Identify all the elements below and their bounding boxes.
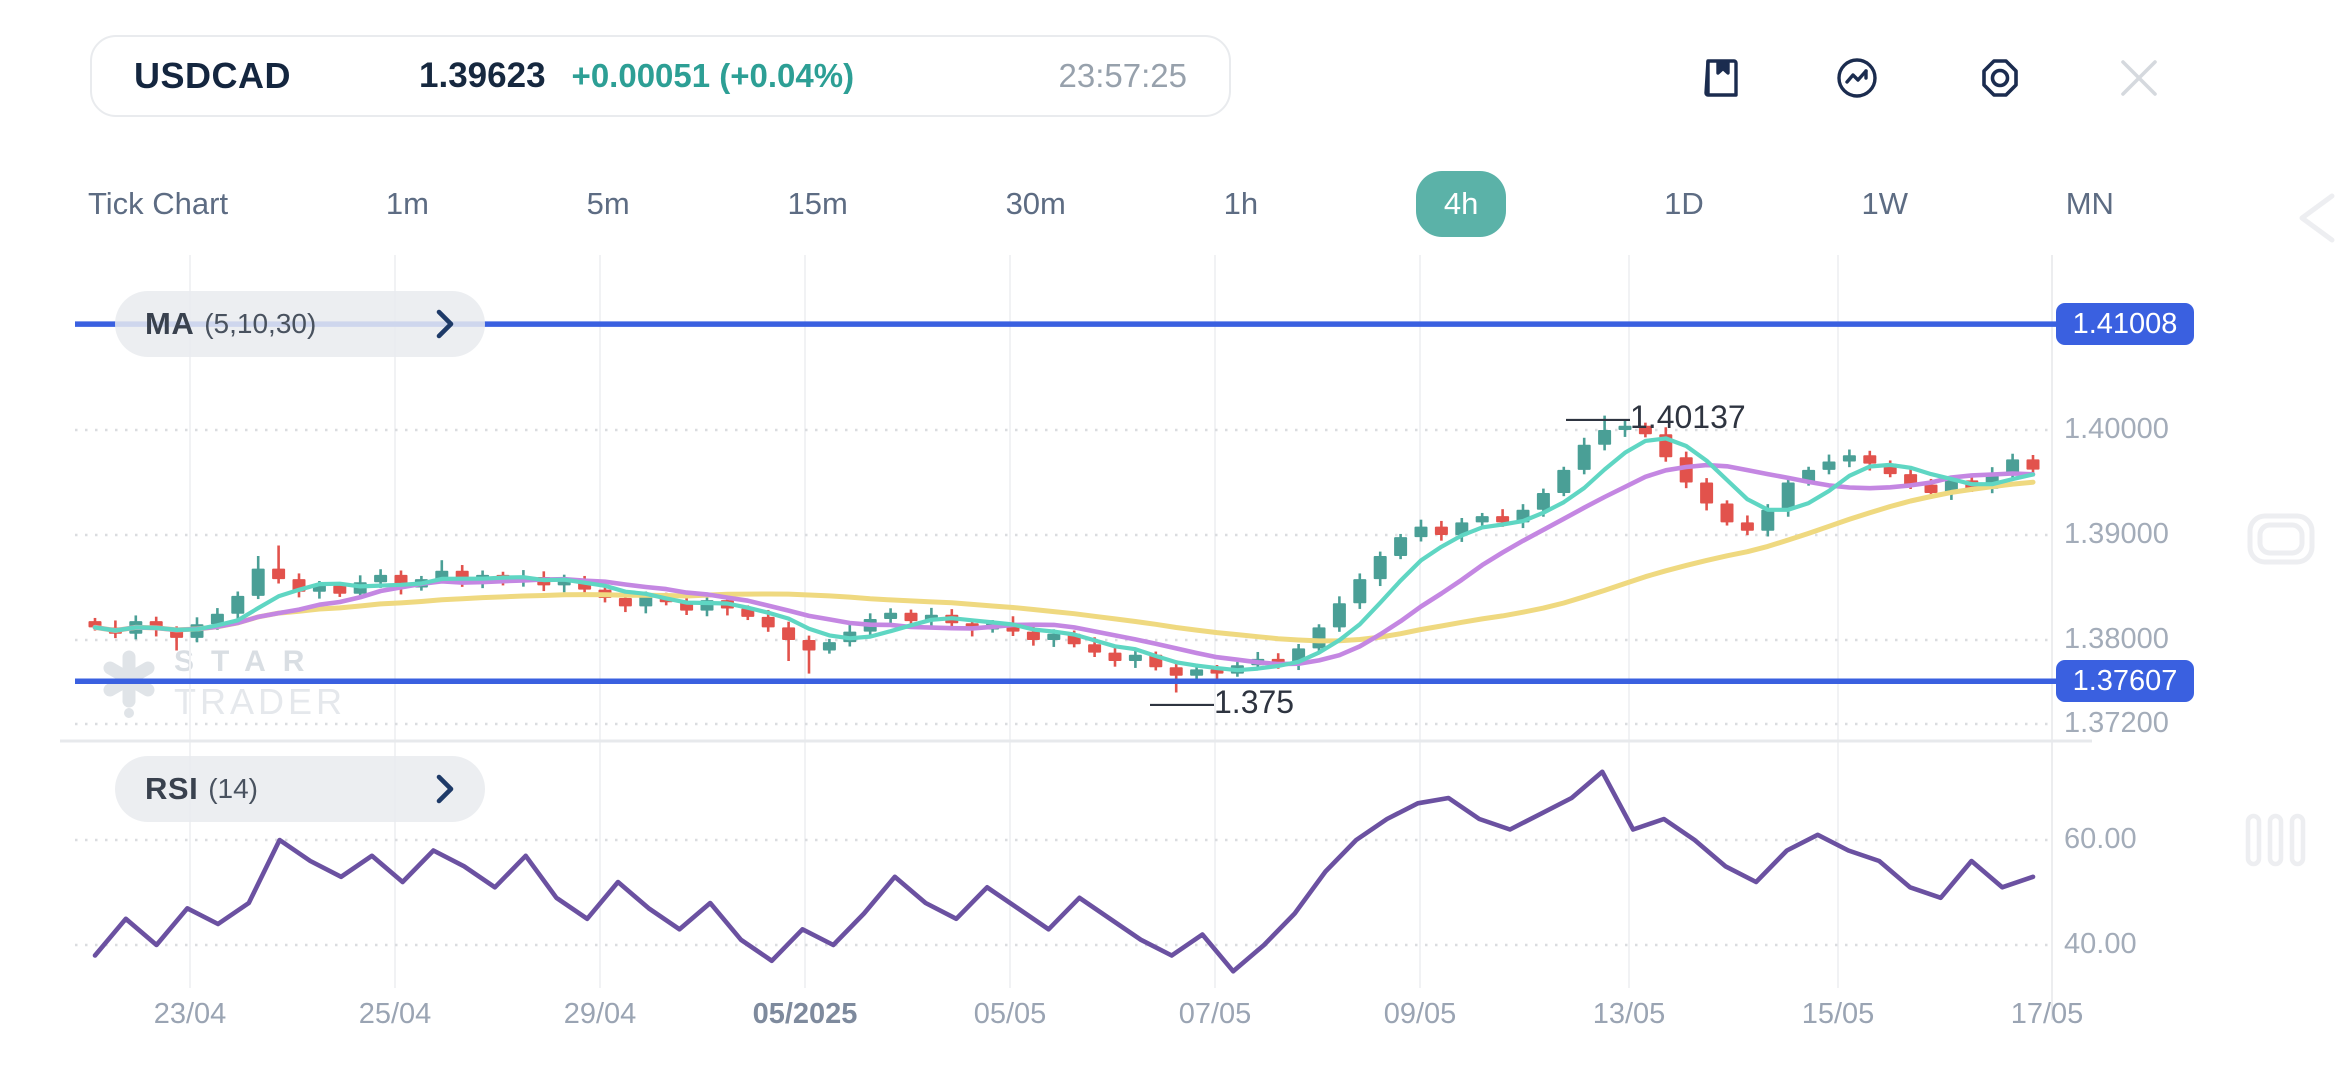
tab-1d[interactable]: 1D: [1664, 186, 1704, 222]
tab-5m[interactable]: 5m: [587, 186, 630, 222]
price-tick-label: 1.37200: [2064, 707, 2169, 740]
tab-15m[interactable]: 15m: [788, 186, 848, 222]
star-logo-icon: [98, 649, 160, 719]
price-change: +0.00051 (+0.04%): [572, 57, 855, 95]
timeframe-tabs: Tick Chart 1m 5m 15m 30m 1h 4h 1D 1W MN: [88, 168, 2114, 240]
settings-button[interactable]: [1976, 54, 2024, 102]
chevron-right-icon: [435, 308, 455, 340]
price-tick-label: 1.38000: [2064, 623, 2169, 656]
symbol-name: USDCAD: [134, 55, 291, 97]
high-price-annotation: ——1.40137: [1566, 399, 1746, 436]
candlestick-chart: [0, 0, 2340, 1080]
date-tick-label: 05/2025: [753, 998, 858, 1031]
close-icon: [2115, 54, 2163, 102]
rsi-label: RSI: [145, 771, 198, 807]
edge-bars-handle-icon[interactable]: [2244, 812, 2340, 868]
quote-time: 23:57:25: [1059, 57, 1187, 95]
rsi-tick-label: 40.00: [2064, 928, 2137, 961]
close-button[interactable]: [2115, 54, 2163, 102]
bookmark-icon: [1698, 54, 1746, 102]
lower-level-price-label[interactable]: 1.37607: [2056, 660, 2194, 702]
trading-app: STAR TRADER 1.40000 1.39000 1.38000 1.37200…: [0, 0, 2340, 1080]
tab-tick-chart[interactable]: Tick Chart: [88, 186, 228, 222]
bookmark-button[interactable]: [1698, 54, 1746, 102]
ma-indicator-pill[interactable]: MA (5,10,30): [115, 291, 485, 357]
rsi-params: (14): [208, 773, 258, 805]
date-tick-label: 07/05: [1179, 998, 1252, 1031]
tab-30m[interactable]: 30m: [1006, 186, 1066, 222]
price-tick-label: 1.39000: [2064, 518, 2169, 551]
date-tick-label: 29/04: [564, 998, 637, 1031]
date-tick-label: 09/05: [1384, 998, 1457, 1031]
ma-label: MA: [145, 306, 194, 342]
tab-1w[interactable]: 1W: [1861, 186, 1908, 222]
date-tick-label: 25/04: [359, 998, 432, 1031]
tab-4h[interactable]: 4h: [1416, 171, 1506, 237]
ma-params: (5,10,30): [204, 308, 316, 340]
upper-level-price-label[interactable]: 1.41008: [2056, 303, 2194, 345]
rsi-indicator-pill[interactable]: RSI (14): [115, 756, 485, 822]
last-price: 1.39623: [419, 56, 546, 96]
date-tick-label: 23/04: [154, 998, 227, 1031]
tab-mn[interactable]: MN: [2066, 186, 2114, 222]
indicator-icon: [1833, 54, 1881, 102]
collapse-panel-chevron-icon[interactable]: [2286, 192, 2340, 244]
price-tick-label: 1.40000: [2064, 413, 2169, 446]
watermark-brand-bottom: TRADER: [174, 681, 346, 723]
edge-square-handle-icon[interactable]: [2246, 512, 2340, 566]
low-price-annotation: ——1.375: [1150, 684, 1294, 721]
date-tick-label: 15/05: [1802, 998, 1875, 1031]
axis-labels: 1.40000 1.39000 1.38000 1.37200 60.00 40.00 23…: [0, 0, 2340, 1080]
indicators-button[interactable]: [1833, 54, 1881, 102]
date-tick-label: 05/05: [974, 998, 1047, 1031]
date-tick-label: 13/05: [1593, 998, 1666, 1031]
chevron-right-icon: [435, 773, 455, 805]
watermark: STAR TRADER: [98, 645, 346, 723]
tab-1m[interactable]: 1m: [386, 186, 429, 222]
tab-1h[interactable]: 1h: [1224, 186, 1258, 222]
settings-icon: [1976, 54, 2024, 102]
quote-card[interactable]: USDCAD 1.39623 +0.00051 (+0.04%) 23:57:2…: [90, 35, 1231, 117]
rsi-tick-label: 60.00: [2064, 823, 2137, 856]
watermark-brand-top: STAR: [174, 645, 346, 679]
date-tick-label: 17/05: [2011, 998, 2084, 1031]
